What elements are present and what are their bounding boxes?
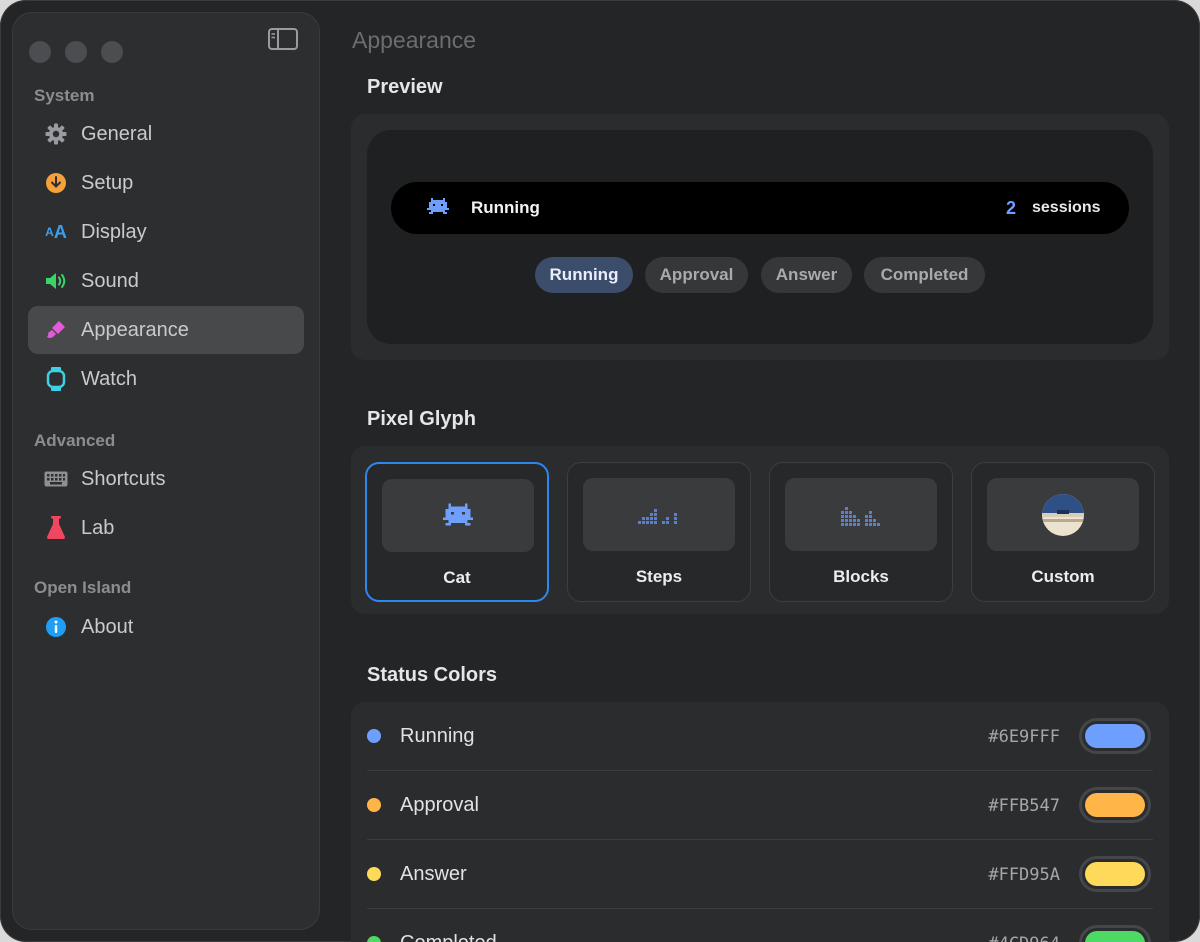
preview-area: Running 2 sessions Running Approval Answ…	[367, 130, 1153, 344]
sidebar-item-label: About	[81, 615, 134, 638]
sidebar-section-advanced: Advanced	[34, 431, 116, 450]
color-swatch-answer[interactable]	[1079, 856, 1151, 892]
sidebar-item-label: General	[81, 122, 153, 145]
status-row-completed: Completed #4CD964	[367, 909, 1153, 942]
preview-state-answer[interactable]: Answer	[761, 257, 852, 293]
window-controls	[29, 41, 123, 63]
preview-state-running[interactable]: Running	[535, 257, 633, 293]
pixel-glyph-title: Pixel Glyph	[367, 408, 476, 430]
sidebar-item-display[interactable]: AA Display	[28, 208, 304, 256]
sidebar-item-label: Watch	[81, 367, 137, 390]
status-hex: #FFB547	[988, 796, 1060, 816]
status-name: Running	[400, 725, 475, 747]
watch-icon	[44, 367, 68, 391]
page-title: Appearance	[352, 27, 477, 53]
blocks-glyph-icon	[841, 506, 880, 526]
text-size-icon: AA	[45, 221, 67, 242]
sidebar-item-label: Shortcuts	[81, 467, 166, 490]
sidebar-item-sound[interactable]: Sound	[28, 257, 304, 305]
status-colors-title: Status Colors	[367, 664, 498, 686]
status-dot	[367, 729, 381, 743]
sessions-label: sessions	[1032, 199, 1101, 216]
sidebar-toggle-icon[interactable]	[267, 27, 299, 51]
status-colors-panel: Running #6E9FFF Approval #FFB547 Answer …	[351, 702, 1169, 942]
glyph-option-label: Blocks	[833, 567, 889, 586]
preview-panel: Running 2 sessions Running Approval Answ…	[351, 114, 1169, 360]
sidebar-item-lab[interactable]: Lab	[28, 504, 304, 552]
sidebar-item-label: Appearance	[81, 318, 189, 341]
steps-glyph-icon	[638, 508, 677, 524]
gear-icon	[44, 122, 68, 146]
status-name: Answer	[400, 863, 467, 885]
sidebar-item-general[interactable]: General	[28, 110, 304, 158]
session-count: 2	[1006, 197, 1017, 218]
cat-glyph-icon	[427, 198, 449, 214]
status-name: Approval	[400, 794, 479, 816]
minimize-window-button[interactable]	[65, 41, 87, 63]
glyph-option-steps[interactable]: Steps	[567, 462, 751, 602]
status-hex: #4CD964	[988, 934, 1060, 942]
status-row-running: Running #6E9FFF	[367, 702, 1153, 771]
status-name: Completed	[400, 932, 497, 942]
cat-glyph-icon	[443, 503, 473, 526]
preview-state-approval[interactable]: Approval	[645, 257, 748, 293]
sidebar-item-appearance[interactable]: Appearance	[28, 306, 304, 354]
sidebar: System General Setup AA Display Sound Ap…	[12, 12, 320, 930]
color-swatch-completed[interactable]	[1079, 925, 1151, 942]
status-dot	[367, 798, 381, 812]
glyph-option-cat[interactable]: Cat	[365, 462, 549, 602]
glyph-option-label: Cat	[443, 568, 471, 587]
custom-glyph-image	[1042, 493, 1084, 536]
glyph-option-blocks[interactable]: Blocks	[769, 462, 953, 602]
sidebar-item-label: Lab	[81, 516, 115, 539]
glyph-option-custom[interactable]: Custom	[971, 462, 1155, 602]
island-preview: Running 2 sessions	[391, 182, 1129, 234]
color-swatch-running[interactable]	[1079, 718, 1151, 754]
glyph-option-label: Custom	[1031, 567, 1095, 586]
keyboard-icon	[44, 467, 68, 491]
speaker-icon	[44, 269, 68, 293]
sidebar-item-watch[interactable]: Watch	[28, 355, 304, 403]
download-icon	[44, 171, 68, 195]
sidebar-item-label: Sound	[81, 269, 139, 292]
zoom-window-button[interactable]	[101, 41, 123, 63]
pixel-glyph-panel: Cat Steps Blocks Custom	[351, 446, 1169, 614]
sidebar-item-label: Setup	[81, 171, 134, 194]
sidebar-item-shortcuts[interactable]: Shortcuts	[28, 455, 304, 503]
flask-icon	[44, 516, 68, 540]
sidebar-item-label: Display	[81, 220, 147, 243]
status-dot	[367, 867, 381, 881]
island-status-label: Running	[471, 198, 540, 217]
status-row-answer: Answer #FFD95A	[367, 840, 1153, 909]
sidebar-item-setup[interactable]: Setup	[28, 159, 304, 207]
sidebar-section-system: System	[34, 86, 95, 105]
close-window-button[interactable]	[29, 41, 51, 63]
sidebar-section-open-island: Open Island	[34, 578, 132, 597]
status-hex: #FFD95A	[988, 865, 1060, 885]
preview-state-completed[interactable]: Completed	[864, 257, 985, 293]
status-row-approval: Approval #FFB547	[367, 771, 1153, 840]
paintbrush-icon	[44, 318, 68, 342]
status-dot	[367, 936, 381, 942]
info-icon	[44, 615, 68, 639]
status-hex: #6E9FFF	[988, 727, 1060, 747]
glyph-option-label: Steps	[635, 567, 683, 586]
color-swatch-approval[interactable]	[1079, 787, 1151, 823]
sidebar-item-about[interactable]: About	[28, 603, 304, 651]
preview-title: Preview	[367, 76, 443, 98]
settings-window: System General Setup AA Display Sound Ap…	[0, 0, 1200, 942]
